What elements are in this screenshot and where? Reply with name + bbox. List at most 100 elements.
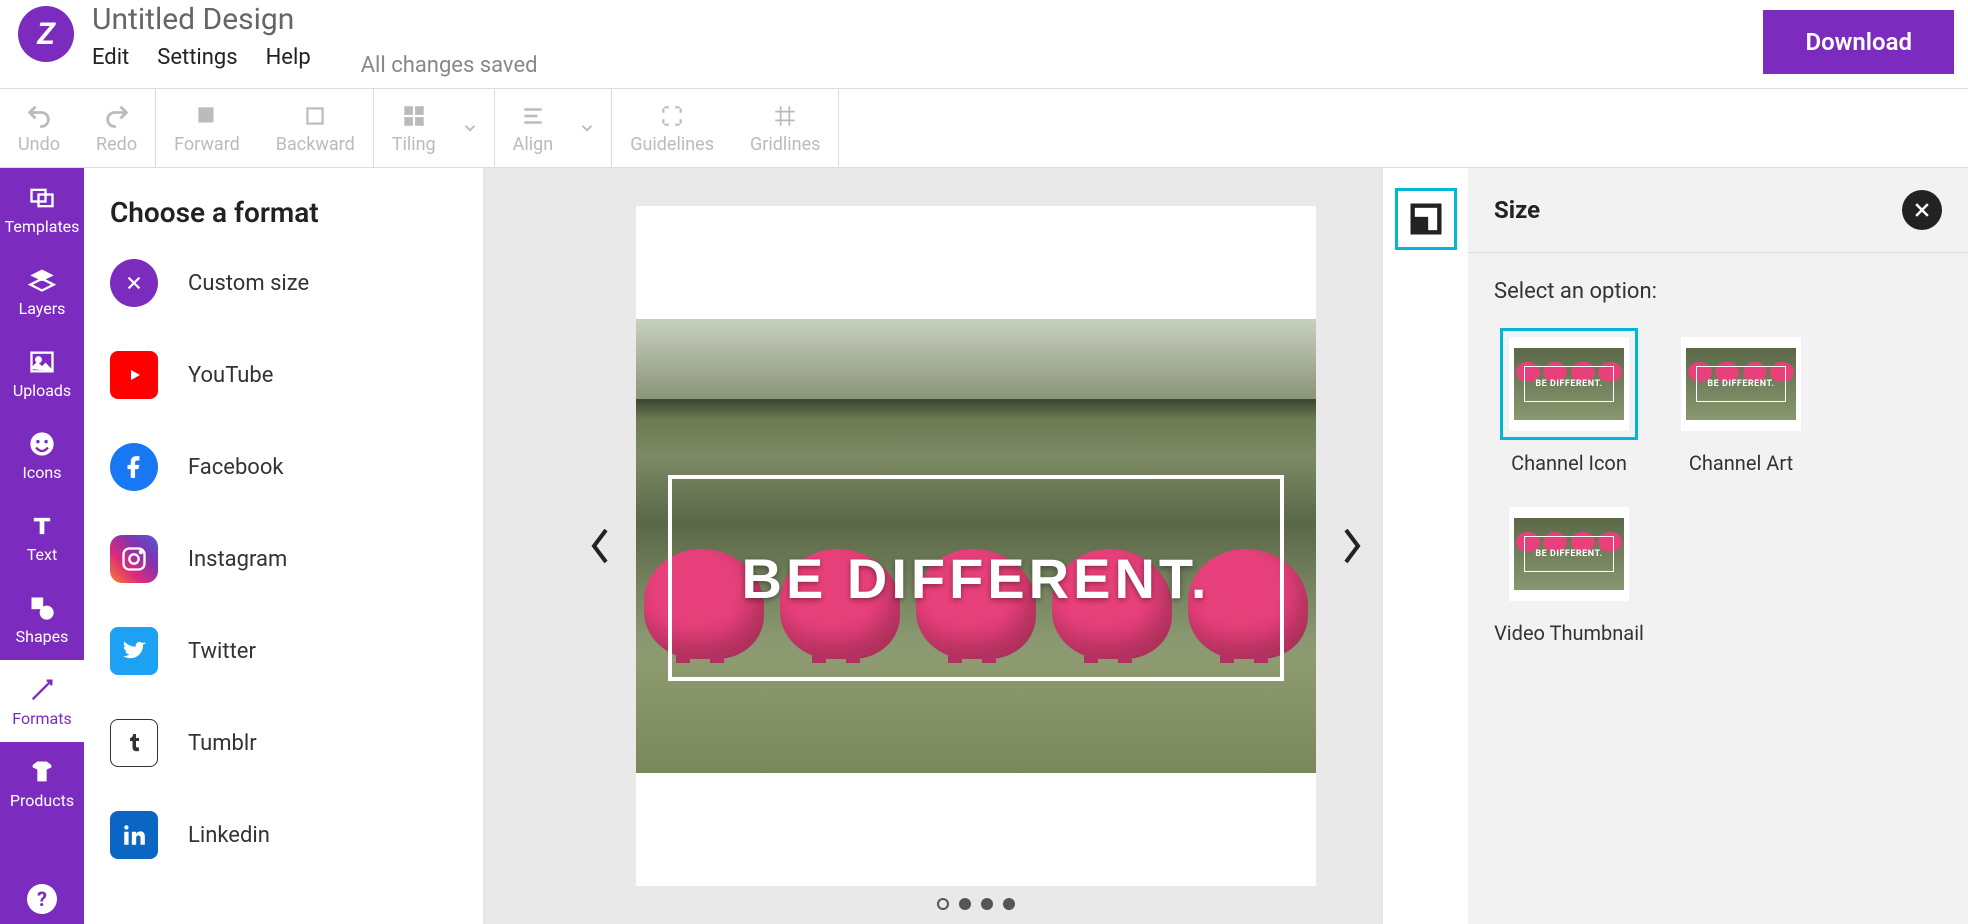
chevron-down-icon xyxy=(458,116,482,140)
size-option-video-thumbnail[interactable]: BE DIFFERENT. Video Thumbnail xyxy=(1494,498,1644,646)
page-dot[interactable] xyxy=(937,898,949,910)
size-panel-header: Size xyxy=(1468,168,1968,253)
sidebar-item-templates[interactable]: Templates xyxy=(0,168,84,250)
format-panel: Choose a format Custom size YouTube Face… xyxy=(84,168,484,924)
tiling-dropdown[interactable]: Tiling xyxy=(374,102,494,155)
size-tool-button[interactable] xyxy=(1395,188,1457,250)
title-block: Untitled Design Edit Settings Help xyxy=(92,2,311,70)
sidebar-item-label: Layers xyxy=(19,299,66,318)
sidebar-item-uploads[interactable]: Uploads xyxy=(0,332,84,414)
forward-button[interactable]: Forward xyxy=(156,102,258,155)
next-artboard-button[interactable] xyxy=(1316,526,1388,566)
format-item-label: YouTube xyxy=(188,363,273,388)
app-logo[interactable]: Z xyxy=(18,6,74,62)
redo-label: Redo xyxy=(96,134,137,155)
format-item-label: Facebook xyxy=(188,455,284,480)
menu-help[interactable]: Help xyxy=(266,45,311,70)
format-item-facebook[interactable]: Facebook xyxy=(110,443,457,491)
format-item-label: Linkedin xyxy=(188,823,270,848)
align-label: Align xyxy=(513,134,554,155)
toolbar: Undo Redo Forward Backward xyxy=(0,88,1968,168)
custom-size-icon xyxy=(110,259,158,307)
youtube-icon xyxy=(110,351,158,399)
artboard[interactable]: BE DIFFERENT. xyxy=(636,206,1316,886)
save-status: All changes saved xyxy=(361,53,538,78)
tumblr-icon xyxy=(110,719,158,767)
page-dot[interactable] xyxy=(981,898,993,910)
page-dot[interactable] xyxy=(1003,898,1015,910)
format-item-tumblr[interactable]: Tumblr xyxy=(110,719,457,767)
forward-icon xyxy=(193,102,221,130)
guidelines-label: Guidelines xyxy=(630,134,714,155)
app-header: Z Untitled Design Edit Settings Help All… xyxy=(0,0,1968,88)
format-item-label: Instagram xyxy=(188,547,287,572)
redo-icon xyxy=(103,102,131,130)
sidebar-item-products[interactable]: Products xyxy=(0,742,84,824)
format-item-twitter[interactable]: Twitter xyxy=(110,627,457,675)
menu-edit[interactable]: Edit xyxy=(92,45,129,70)
size-option-label: Channel Art xyxy=(1689,450,1793,476)
menu-bar: Edit Settings Help xyxy=(92,45,311,70)
layers-icon xyxy=(27,265,57,295)
format-item-youtube[interactable]: YouTube xyxy=(110,351,457,399)
prev-artboard-button[interactable] xyxy=(564,526,636,566)
size-option-label: Video Thumbnail xyxy=(1494,620,1644,646)
backward-label: Backward xyxy=(276,134,355,155)
page-dot[interactable] xyxy=(959,898,971,910)
format-item-linkedin[interactable]: Linkedin xyxy=(110,811,457,859)
facebook-icon xyxy=(110,443,158,491)
canvas-area: BE DIFFERENT. xyxy=(484,168,1468,924)
tiling-icon xyxy=(400,102,428,130)
templates-icon xyxy=(27,183,57,213)
size-thumbnail: BE DIFFERENT. xyxy=(1509,507,1629,601)
left-sidebar: Templates Layers Uploads Icons Text Shap… xyxy=(0,168,84,924)
undo-button[interactable]: Undo xyxy=(0,102,78,155)
size-prompt: Select an option: xyxy=(1494,279,1942,304)
right-tool-rail xyxy=(1382,168,1468,924)
guidelines-icon xyxy=(658,102,686,130)
text-frame: BE DIFFERENT. xyxy=(668,475,1284,681)
format-item-label: Tumblr xyxy=(188,731,257,756)
sidebar-item-label: Icons xyxy=(23,463,62,482)
format-list: Custom size YouTube Facebook Instagram T… xyxy=(110,259,457,859)
sidebar-item-text[interactable]: Text xyxy=(0,496,84,578)
backward-button[interactable]: Backward xyxy=(258,102,373,155)
align-icon xyxy=(519,102,547,130)
undo-icon xyxy=(25,102,53,130)
twitter-icon xyxy=(110,627,158,675)
sidebar-item-layers[interactable]: Layers xyxy=(0,250,84,332)
gridlines-button[interactable]: Gridlines xyxy=(732,102,838,155)
products-icon xyxy=(27,757,57,787)
close-button[interactable] xyxy=(1902,190,1942,230)
canvas-text: BE DIFFERENT. xyxy=(742,546,1211,611)
format-item-custom-size[interactable]: Custom size xyxy=(110,259,457,307)
icons-icon xyxy=(27,429,57,459)
size-panel-title: Size xyxy=(1494,196,1540,224)
document-title[interactable]: Untitled Design xyxy=(92,2,311,37)
format-item-instagram[interactable]: Instagram xyxy=(110,535,457,583)
format-item-label: Custom size xyxy=(188,271,309,296)
menu-settings[interactable]: Settings xyxy=(157,45,237,70)
download-button[interactable]: Download xyxy=(1763,10,1954,74)
size-option-channel-art[interactable]: BE DIFFERENT. Channel Art xyxy=(1666,328,1816,476)
sidebar-item-label: Templates xyxy=(5,217,80,236)
sidebar-item-label: Text xyxy=(27,545,57,564)
sidebar-item-icons[interactable]: Icons xyxy=(0,414,84,496)
canvas-image: BE DIFFERENT. xyxy=(636,319,1316,773)
tiling-label: Tiling xyxy=(392,134,436,155)
page-indicator[interactable] xyxy=(937,898,1015,910)
size-thumbnail: BE DIFFERENT. xyxy=(1509,337,1629,431)
text-icon xyxy=(27,511,57,541)
guidelines-button[interactable]: Guidelines xyxy=(612,102,732,155)
align-dropdown[interactable]: Align xyxy=(495,102,612,155)
size-option-label: Channel Icon xyxy=(1511,450,1627,476)
size-option-channel-icon[interactable]: BE DIFFERENT. Channel Icon xyxy=(1494,328,1644,476)
redo-button[interactable]: Redo xyxy=(78,102,155,155)
format-item-label: Twitter xyxy=(188,639,256,664)
sidebar-item-shapes[interactable]: Shapes xyxy=(0,578,84,660)
help-button[interactable]: ? xyxy=(0,884,84,914)
sidebar-item-formats[interactable]: Formats xyxy=(0,660,84,742)
size-thumbnail: BE DIFFERENT. xyxy=(1681,337,1801,431)
gridlines-label: Gridlines xyxy=(750,134,820,155)
size-panel: Size Select an option: BE DIFFERENT. Cha… xyxy=(1468,168,1968,924)
